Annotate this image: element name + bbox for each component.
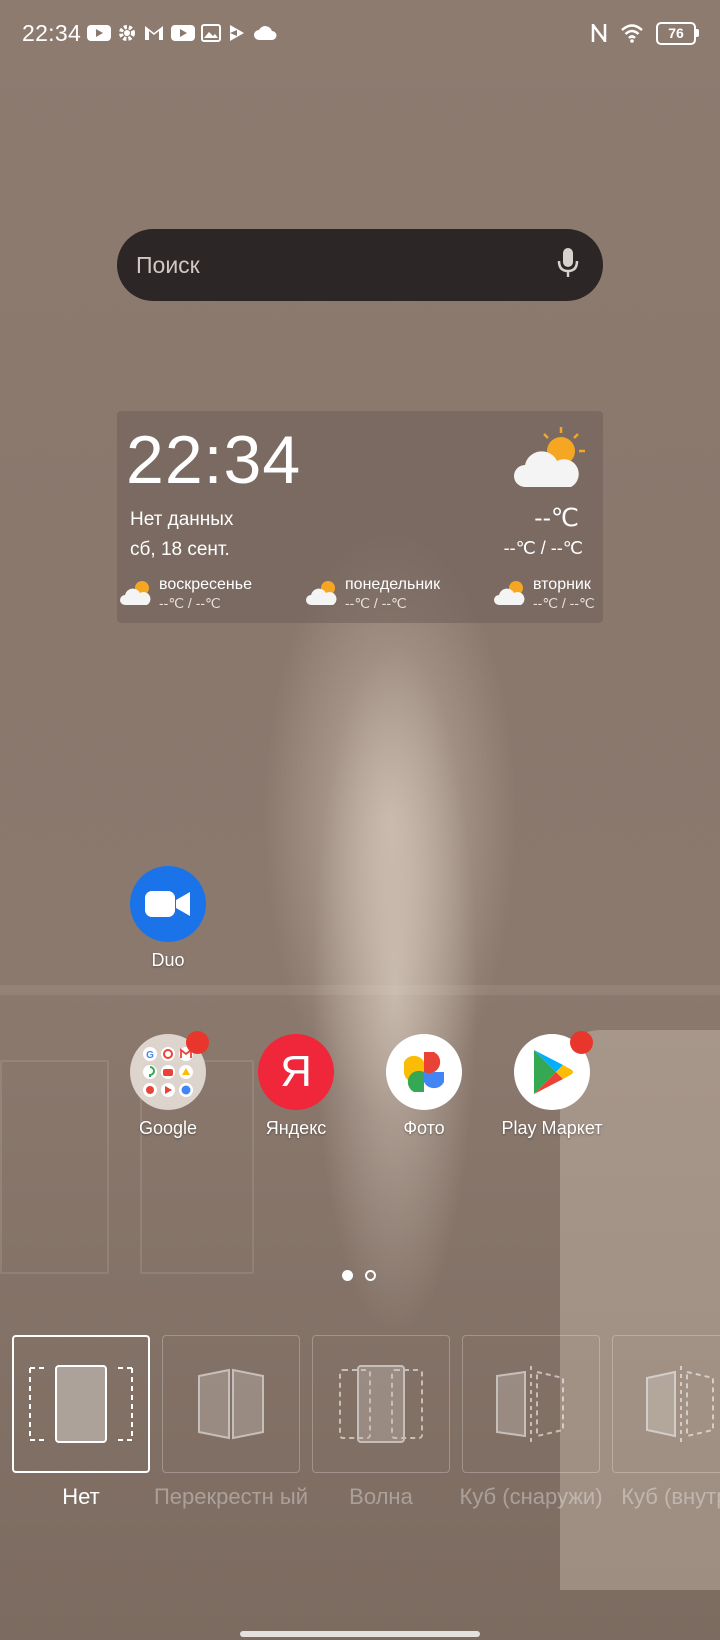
- gallery-icon: [201, 24, 222, 42]
- forecast-day: воскресенье --℃ / --℃: [119, 576, 252, 613]
- page-indicator: [342, 1270, 376, 1281]
- page-dot-active: [342, 1270, 353, 1281]
- forecast-day-name: вторник: [533, 576, 591, 593]
- yandex-icon[interactable]: Я: [258, 1034, 334, 1110]
- weather-status: Нет данных: [130, 509, 234, 530]
- nfc-icon: [590, 22, 608, 44]
- effect-preview[interactable]: [612, 1335, 720, 1473]
- google-folder-icon[interactable]: G: [130, 1031, 209, 1110]
- widget-clock[interactable]: 22:34: [126, 421, 301, 499]
- wall-panel: [0, 1060, 109, 1274]
- partly-cloudy-icon: [493, 576, 529, 613]
- effect-crossfade[interactable]: Перекрестн ый: [154, 1335, 308, 1511]
- partly-cloudy-icon: [511, 425, 589, 498]
- app-label: Google: [138, 1118, 198, 1138]
- svg-text:G: G: [146, 1050, 154, 1061]
- effect-preview[interactable]: [162, 1335, 300, 1473]
- microphone-icon[interactable]: [557, 247, 579, 284]
- effect-none[interactable]: Нет: [12, 1335, 150, 1511]
- effect-preview[interactable]: [462, 1335, 600, 1473]
- search-input[interactable]: Поиск: [136, 252, 557, 279]
- current-temperature: --℃: [534, 504, 579, 532]
- google-photos-icon[interactable]: [386, 1034, 462, 1110]
- app-label: Duo: [151, 950, 185, 970]
- gmail-icon: [143, 24, 165, 42]
- notification-badge: [570, 1031, 593, 1054]
- app-label: Play Маркет: [501, 1118, 603, 1138]
- partly-cloudy-icon: [305, 576, 341, 613]
- page-dot: [365, 1270, 376, 1281]
- app-photos[interactable]: Фото: [359, 1034, 489, 1139]
- effect-cube-inside[interactable]: Куб (внутри: [612, 1335, 720, 1511]
- wallpaper-figure: [280, 500, 510, 1480]
- widget-date: сб, 18 сент.: [130, 539, 230, 560]
- effect-preview[interactable]: [312, 1335, 450, 1473]
- forecast-day-name: понедельник: [345, 576, 441, 593]
- settings-gear-icon: [117, 23, 137, 43]
- notification-badge: [186, 1031, 209, 1054]
- app-label: Яндекс: [265, 1118, 327, 1138]
- app-yandex[interactable]: Я Яндекс: [231, 1034, 361, 1139]
- play-market-icon[interactable]: [514, 1031, 593, 1110]
- app-label: Фото: [403, 1118, 445, 1138]
- effect-label: Перекрестн ый: [153, 1484, 309, 1509]
- forecast-day: понедельник --℃ / --℃: [305, 576, 440, 613]
- effect-label: Куб (внутри: [621, 1484, 720, 1509]
- battery-indicator: 76: [656, 21, 699, 45]
- app-duo[interactable]: Duo: [103, 866, 233, 971]
- youtube-icon: [171, 24, 196, 42]
- effect-label: Волна: [349, 1484, 413, 1509]
- yandex-glyph: Я: [280, 1047, 312, 1096]
- forecast-day: вторник --℃ / --℃: [493, 576, 595, 613]
- forecast-day-range: --℃ / --℃: [159, 595, 221, 611]
- effect-wave[interactable]: Волна: [312, 1335, 450, 1511]
- clock-weather-widget[interactable]: 22:34 Нет данных сб, 18 сент. --℃ --℃ / …: [117, 411, 603, 623]
- folder-google[interactable]: G Google: [103, 1031, 233, 1139]
- wifi-icon: [620, 23, 644, 43]
- effect-label: Куб (снаружи): [459, 1484, 603, 1509]
- status-time: 22:34: [22, 19, 82, 46]
- forecast-day-name: воскресенье: [159, 576, 252, 593]
- status-bar: 22:34 76: [22, 14, 699, 52]
- effect-preview[interactable]: [12, 1335, 150, 1473]
- transition-effects-strip[interactable]: Нет Перекрестн ый Волна Куб (снаружи) Ку…: [12, 1335, 720, 1535]
- search-bar[interactable]: Поиск: [117, 229, 603, 301]
- play-store-icon: [227, 23, 247, 43]
- cloud-icon: [253, 25, 277, 41]
- effect-label: Нет: [62, 1484, 100, 1509]
- home-gesture-bar[interactable]: [240, 1631, 480, 1637]
- forecast-day-range: --℃ / --℃: [345, 595, 407, 611]
- youtube-icon: [87, 24, 112, 42]
- app-play-market[interactable]: Play Маркет: [487, 1031, 617, 1139]
- forecast-day-range: --℃ / --℃: [533, 595, 595, 611]
- temperature-range: --℃ / --℃: [503, 538, 583, 558]
- duo-video-camera-icon[interactable]: [130, 866, 206, 942]
- effect-cube-outside[interactable]: Куб (снаружи): [459, 1335, 603, 1511]
- partly-cloudy-icon: [119, 576, 155, 613]
